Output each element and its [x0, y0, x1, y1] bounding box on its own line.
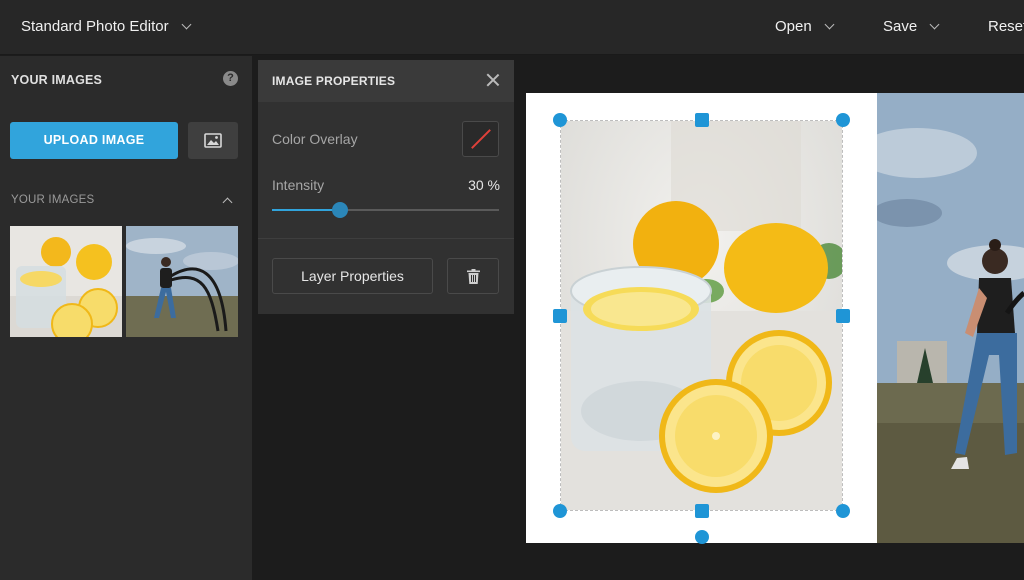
color-overlay-swatch[interactable]	[462, 121, 499, 157]
image-icon	[204, 133, 222, 148]
open-menu-label: Open	[775, 18, 812, 35]
intensity-slider[interactable]	[272, 202, 499, 218]
canvas-image-lemons-selected[interactable]	[560, 120, 843, 511]
chevron-down-icon	[181, 19, 192, 30]
chevron-up-icon[interactable]	[222, 197, 233, 208]
app-title: Standard Photo Editor	[21, 18, 169, 35]
resize-handle-bottom-left[interactable]	[553, 504, 567, 518]
image-properties-title: IMAGE PROPERTIES	[272, 74, 396, 88]
trash-icon	[467, 269, 480, 284]
reset-menu-label: Reset	[988, 18, 1024, 35]
intensity-label: Intensity	[272, 177, 325, 193]
stock-images-button[interactable]	[188, 122, 238, 159]
open-menu[interactable]: Open	[775, 18, 835, 35]
resize-handle-top[interactable]	[695, 113, 709, 127]
upload-image-button[interactable]: UPLOAD IMAGE	[10, 122, 178, 159]
reset-menu[interactable]: Reset	[988, 18, 1024, 35]
battle-ropes-thumbnail-image	[126, 226, 238, 337]
lemons-photo	[561, 121, 842, 510]
intensity-slider-knob[interactable]	[332, 202, 349, 218]
save-menu-label: Save	[883, 18, 918, 35]
lemons-thumbnail-image	[10, 226, 122, 337]
chevron-down-icon	[929, 19, 940, 30]
images-section-title: YOUR IMAGES	[11, 194, 95, 206]
intensity-value: 30 %	[468, 177, 500, 193]
rotate-handle[interactable]	[695, 530, 709, 544]
image-properties-header: IMAGE PROPERTIES	[258, 60, 514, 102]
resize-handle-bottom-right[interactable]	[836, 504, 850, 518]
help-icon[interactable]: ?	[223, 71, 238, 86]
canvas-image-battle-ropes[interactable]	[877, 93, 1024, 543]
resize-handle-left[interactable]	[553, 309, 567, 323]
delete-button[interactable]	[447, 258, 499, 294]
color-overlay-label: Color Overlay	[272, 131, 358, 147]
sidebar: YOUR IMAGES ? UPLOAD IMAGE YOUR IMAGES	[0, 56, 252, 580]
intensity-slider-fill	[272, 209, 341, 211]
resize-handle-right[interactable]	[836, 309, 850, 323]
resize-handle-bottom[interactable]	[695, 504, 709, 518]
resize-handle-top-right[interactable]	[836, 113, 850, 127]
close-icon[interactable]	[485, 72, 501, 88]
chevron-down-icon	[824, 19, 835, 30]
image-thumbnail-battle-ropes[interactable]	[126, 226, 238, 337]
layer-properties-button[interactable]: Layer Properties	[272, 258, 433, 294]
resize-handle-top-left[interactable]	[553, 113, 567, 127]
top-bar: Standard Photo Editor Open Save Reset	[0, 0, 1024, 55]
panel-divider	[258, 238, 514, 239]
editor-mode-dropdown[interactable]: Standard Photo Editor	[21, 18, 192, 35]
image-thumbnail-lemons[interactable]	[10, 226, 122, 337]
sidebar-header: YOUR IMAGES	[11, 73, 103, 87]
battle-ropes-photo	[877, 93, 1024, 543]
image-properties-panel: IMAGE PROPERTIES Color Overlay Intensity…	[258, 60, 514, 314]
save-menu[interactable]: Save	[883, 18, 940, 35]
